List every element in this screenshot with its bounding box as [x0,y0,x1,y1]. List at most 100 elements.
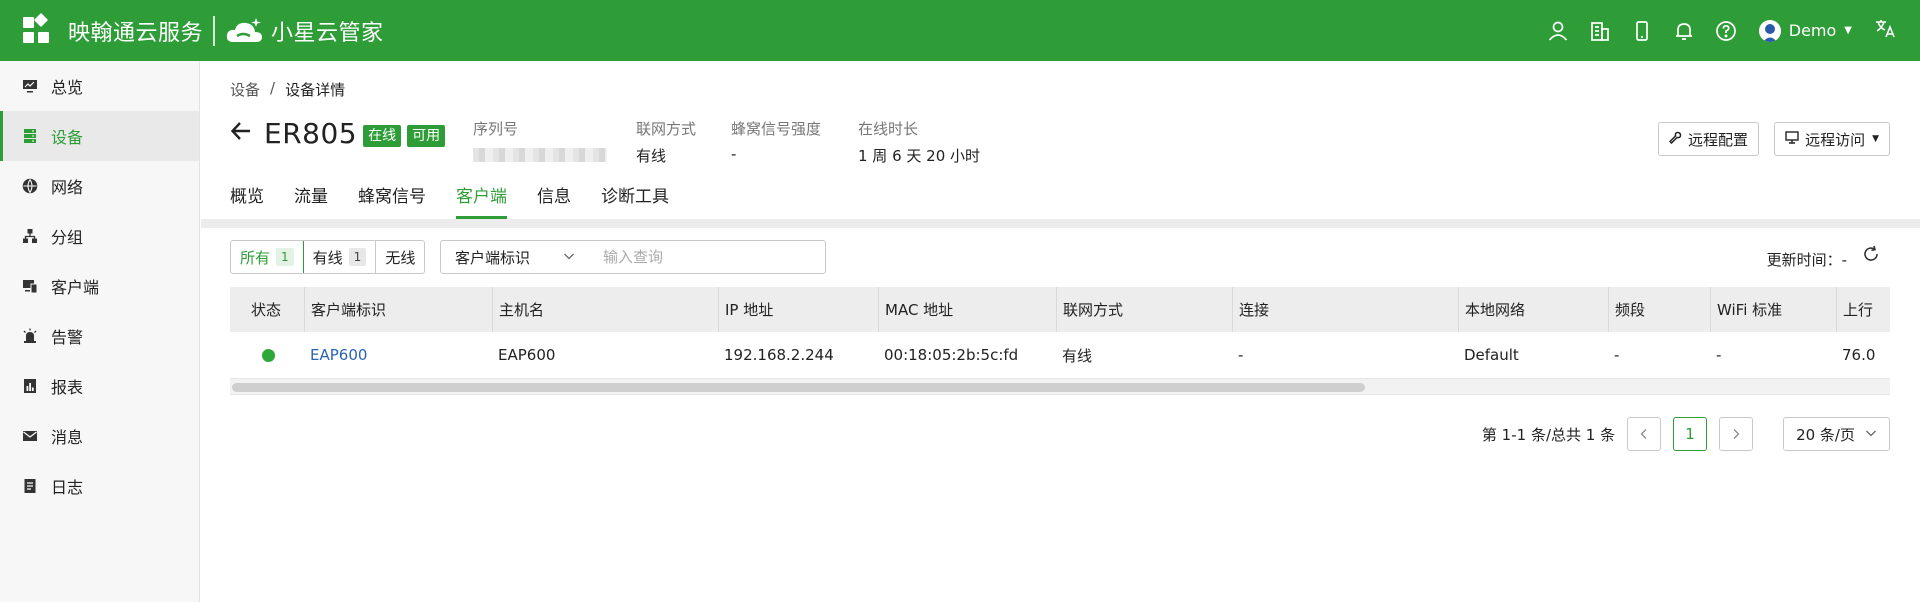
col-status[interactable]: 状态 [230,287,304,332]
refresh-icon[interactable] [1862,245,1882,265]
apps-grid-icon[interactable] [23,12,50,44]
search-input[interactable] [589,240,826,274]
user-name: Demo [1788,21,1837,40]
network-label: 联网方式 [636,120,697,138]
sidebar-item-label: 网络 [51,178,84,197]
col-local-network[interactable]: 本地网络 [1458,287,1608,332]
tab-diagnostics[interactable]: 诊断工具 [601,179,669,219]
local-network-cell: Default [1464,346,1519,364]
breadcrumb-devices[interactable]: 设备 [230,79,260,100]
server-icon [22,128,38,144]
prev-page-button[interactable] [1627,417,1662,451]
tab-traffic[interactable]: 流量 [294,179,328,219]
device-header: ER805 在线 可用 [230,116,446,152]
clients-icon [22,278,38,294]
sidebar-item-reports[interactable]: 报表 [0,361,199,411]
main-content: 设备 / 设备详情 ER805 在线 可用 序列号 联网方式 有线 蜂窝信号强度… [201,61,1920,602]
desktop-icon [1785,130,1799,148]
search-field-value: 客户端标识 [455,248,531,267]
col-uplink[interactable]: 上行 [1836,287,1896,332]
building-icon[interactable] [1587,18,1613,44]
uptime-field: 在线时长 1 周 6 天 20 小时 [858,118,980,166]
signal-label: 蜂窝信号强度 [731,120,822,138]
filter-wired-button[interactable]: 有线 1 [304,241,377,273]
log-icon [22,478,38,494]
sidebar-item-label: 告警 [51,328,84,347]
col-wifi-standard[interactable]: WiFi 标准 [1710,287,1836,332]
serial-number-field: 序列号 [473,118,607,162]
sidebar-item-network[interactable]: 网络 [0,161,199,211]
brand-name[interactable]: 映翰通云服务 [68,15,203,47]
tab-clients[interactable]: 客户端 [456,179,507,219]
globe-icon [22,178,38,194]
caret-down-icon: ▼ [1844,25,1852,36]
tab-cellular-signal[interactable]: 蜂窝信号 [358,179,426,219]
sidebar-item-clients[interactable]: 客户端 [0,261,199,311]
col-client-id[interactable]: 客户端标识 [304,287,492,332]
mobile-icon[interactable] [1629,18,1655,44]
scrollbar-thumb[interactable] [232,383,1365,392]
cloud-logo-icon [226,17,263,42]
client-id-link[interactable]: EAP600 [304,332,492,378]
ip-cell: 192.168.2.244 [724,346,834,364]
monitor-icon [22,78,38,94]
tab-overview[interactable]: 概览 [230,179,264,219]
sidebar-item-groups[interactable]: 分组 [0,211,199,261]
bell-icon[interactable] [1671,18,1697,44]
signal-value: - [731,145,737,163]
sidebar-item-alarms[interactable]: 告警 [0,311,199,361]
help-icon[interactable] [1713,18,1739,44]
page-size-select[interactable]: 20 条/页 [1783,417,1890,451]
col-ip[interactable]: IP 地址 [718,287,878,332]
remote-config-label: 远程配置 [1687,130,1748,149]
filter-all-count: 1 [276,248,294,266]
user-icon[interactable] [1545,18,1571,44]
uptime-label: 在线时长 [858,120,919,138]
remote-access-button[interactable]: 远程访问 ▼ [1774,122,1890,156]
brand-divider [213,15,216,46]
remote-config-button[interactable]: 远程配置 [1657,122,1759,156]
breadcrumb-separator: / [270,79,276,97]
sidebar-item-devices[interactable]: 设备 [0,111,199,161]
connection-filter: 所有 1 有线 1 无线 [230,240,426,274]
col-hostname[interactable]: 主机名 [492,287,718,332]
tab-info[interactable]: 信息 [537,179,571,219]
horizontal-scrollbar[interactable] [230,379,1890,395]
sidebar-item-messages[interactable]: 消息 [0,411,199,461]
uplink-cell: 76.0 [1842,346,1876,364]
search-field-select[interactable]: 客户端标识 [440,240,590,274]
page-1-button[interactable]: 1 [1673,417,1708,451]
sidebar-item-label: 日志 [51,478,84,497]
next-page-button[interactable] [1719,417,1754,451]
pagination-summary: 第 1-1 条/总共 1 条 [1481,425,1616,444]
filter-wired-count: 1 [348,248,367,266]
back-arrow-icon[interactable] [230,120,252,148]
remote-access-label: 远程访问 [1805,130,1866,149]
network-mode-cell: 有线 [1062,346,1093,365]
col-network-mode[interactable]: 联网方式 [1056,287,1232,332]
table-header: 状态 客户端标识 主机名 IP 地址 MAC 地址 联网方式 连接 本地网络 频… [230,287,1890,332]
connection-cell: - [1238,346,1244,364]
col-mac[interactable]: MAC 地址 [878,287,1056,332]
band-cell: - [1614,346,1620,364]
breadcrumb: 设备 / 设备详情 [230,79,345,100]
translate-icon[interactable] [1874,17,1896,44]
wifi-standard-cell: - [1716,346,1722,364]
filter-all-button[interactable]: 所有 1 [231,241,304,273]
user-menu[interactable]: Demo ▼ [1758,19,1852,42]
table-row[interactable]: EAP600 EAP600 192.168.2.244 00:18:05:2b:… [230,332,1890,379]
filter-wireless-button[interactable]: 无线 [376,241,424,273]
sidebar-item-logs[interactable]: 日志 [0,461,199,511]
filter-all-label: 所有 [240,248,271,267]
col-connection[interactable]: 连接 [1232,287,1458,332]
wrench-icon [1668,131,1682,148]
device-name: ER805 [264,117,358,150]
col-band[interactable]: 频段 [1608,287,1710,332]
breadcrumb-current: 设备详情 [285,81,346,99]
sidebar-item-overview[interactable]: 总览 [0,61,199,111]
section-divider [201,219,1920,228]
uptime-value: 1 周 6 天 20 小时 [858,147,981,165]
product-name[interactable]: 小星云管家 [271,15,384,47]
filter-wired-label: 有线 [312,248,343,267]
hostname-cell: EAP600 [498,346,556,364]
